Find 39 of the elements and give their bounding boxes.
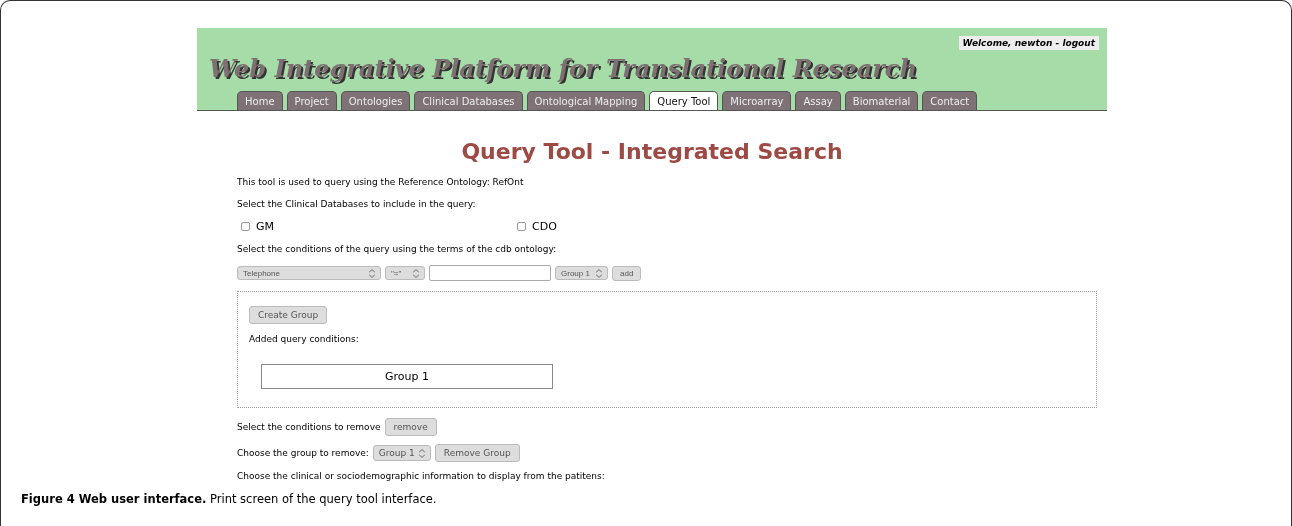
site-title: Web Integrative Platform for Translational Research xyxy=(209,54,918,83)
group-select[interactable]: Group 1 xyxy=(555,266,608,280)
nav-tab[interactable]: Contact xyxy=(922,91,978,110)
figure-caption: Figure 4 Web user interface. Print screen of the query tool interface. xyxy=(21,492,438,506)
conditions-label: Select the conditions of the query using the terms of the cdb ontology: xyxy=(237,243,558,255)
spinner-icon xyxy=(369,268,375,278)
checkbox[interactable] xyxy=(517,222,526,231)
remove-label: Select the conditions to remove xyxy=(237,422,381,432)
checkbox[interactable] xyxy=(241,222,250,231)
nav-tab[interactable]: Biomaterial xyxy=(844,91,919,110)
added-conditions-label: Added query conditions: xyxy=(249,333,360,345)
term-select[interactable]: Telephone xyxy=(237,266,381,280)
spinner-icon xyxy=(413,268,419,278)
spinner-icon xyxy=(418,448,425,458)
group-select[interactable]: Group 1 xyxy=(372,445,431,461)
group-remove-label: Choose the group to remove: xyxy=(237,448,369,458)
nav-tab[interactable]: Microarray xyxy=(722,91,792,110)
nav-tab[interactable]: Ontologies xyxy=(340,91,411,110)
welcome-logout-text: Welcome, newton - logout xyxy=(958,36,1099,50)
display-label: Choose the clinical or sociodemographic information to display from the patitens: xyxy=(237,470,606,482)
group-list[interactable]: Group 1 xyxy=(261,364,553,389)
nav-tab[interactable]: Clinical Databases xyxy=(414,91,523,110)
remove-group-button[interactable]: Remove Group xyxy=(434,444,520,462)
value-input[interactable] xyxy=(429,265,551,281)
spinner-icon xyxy=(596,268,602,278)
nav-tab[interactable]: Project xyxy=(286,91,337,110)
intro-text: This tool is used to query using the Reference Ontology: RefOnt xyxy=(237,176,525,188)
databases-label: Select the Clinical Databases to include in the query: xyxy=(237,198,477,210)
nav-tab[interactable]: Home xyxy=(237,91,283,110)
nav-tab[interactable]: Ontological Mapping xyxy=(526,91,646,110)
checkbox-label: CDO xyxy=(532,220,557,233)
add-button[interactable]: add xyxy=(612,265,642,281)
nav-tab[interactable]: Query Tool xyxy=(649,91,719,110)
nav-tab[interactable]: Assay xyxy=(795,91,841,110)
create-group-button[interactable]: Create Group xyxy=(249,306,328,324)
checkbox-label: GM xyxy=(256,220,274,233)
page-heading: Query Tool - Integrated Search xyxy=(460,139,844,164)
remove-button[interactable]: remove xyxy=(384,418,437,436)
operator-select[interactable]: "=" xyxy=(385,266,425,280)
